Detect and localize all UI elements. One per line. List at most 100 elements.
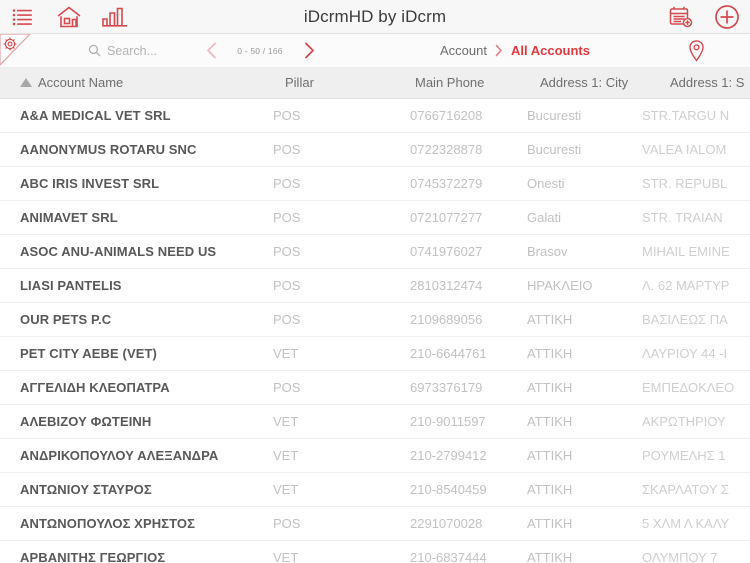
cell-address-street: ΒΑΣΙΛΕΩΣ ΠΑ xyxy=(642,312,728,327)
cell-pillar: VET xyxy=(273,414,299,429)
table-row[interactable]: A&A MEDICAL VET SRL POS 0766716208 Bucurest… xyxy=(0,99,750,133)
cell-address-street: STR.TARGU N xyxy=(642,108,730,123)
table-row[interactable]: PET CITY AEBE (VET) VET 210-6644761 ΑΤΤΙΚΗ Λ… xyxy=(0,337,750,371)
table-header-row: Account Name Pillar Main Phone Address 1… xyxy=(0,68,750,99)
pagination-label: 0 - 50 / 166 xyxy=(237,45,283,56)
cell-pillar: POS xyxy=(273,312,301,327)
column-header-label: Account Name xyxy=(38,75,124,90)
cell-pillar: POS xyxy=(273,176,301,191)
search-box[interactable] xyxy=(88,34,217,67)
cell-address-city: Bucuresti xyxy=(527,108,582,123)
cell-pillar: POS xyxy=(273,210,301,225)
settings-gear-ribbon-icon[interactable] xyxy=(0,34,32,67)
table-row[interactable]: ΑΝΤΩΝΟΠΟΥΛΟΣ ΧΡΗΣΤΟΣ POS 2291070028 ΑΤΤΙΚΗ 5… xyxy=(0,507,750,541)
column-header-address-city[interactable]: Address 1: City xyxy=(540,68,628,98)
cell-account-name: ΑΡΒΑΝΙΤΗΣ ΓΕΩΡΓΙΟΣ xyxy=(20,550,166,563)
cell-main-phone: 0741976027 xyxy=(410,244,483,259)
cell-account-name: ANIMAVET SRL xyxy=(20,210,118,225)
cell-address-street: MIHAIL EMINE xyxy=(642,244,730,259)
search-icon xyxy=(88,44,101,57)
home-icon[interactable] xyxy=(46,0,92,33)
column-header-account-name[interactable]: Account Name xyxy=(20,68,123,98)
table-row[interactable]: ΑΝΔΡΙΚΟΠΟΥΛΟΥ ΑΛΕΞΑΝΔΡΑ VET 210-2799412 ΑΤΤ… xyxy=(0,439,750,473)
topbar-left-group xyxy=(0,0,138,33)
table-row[interactable]: ΑΡΒΑΝΙΤΗΣ ΓΕΩΡΓΙΟΣ VET 210-6837444 ΑΤΤΙΚΗ ΟΛ… xyxy=(0,541,750,563)
chevron-right-icon xyxy=(495,44,503,57)
cell-main-phone: 2810312474 xyxy=(410,278,483,293)
top-navigation-bar: iDcrmHD by iDcrm xyxy=(0,0,750,34)
cell-pillar: VET xyxy=(273,550,299,563)
cell-main-phone: 210-8540459 xyxy=(410,482,487,497)
table-body: A&A MEDICAL VET SRL POS 0766716208 Bucurest… xyxy=(0,99,750,563)
cell-main-phone: 210-6644761 xyxy=(410,346,487,361)
cell-pillar: POS xyxy=(273,142,301,157)
plus-circle-icon[interactable] xyxy=(704,0,750,33)
calendar-add-icon[interactable] xyxy=(658,0,704,33)
cell-address-city: Bucuresti xyxy=(527,142,582,157)
column-header-pillar[interactable]: Pillar xyxy=(285,68,314,98)
cell-address-city: ΑΤΤΙΚΗ xyxy=(527,414,573,429)
breadcrumb-current[interactable]: All Accounts xyxy=(511,43,590,58)
cell-account-name: OUR PETS P.C xyxy=(20,312,112,327)
cell-account-name: ASOC ANU-ANIMALS NEED US xyxy=(20,244,217,259)
cell-address-city: ΑΤΤΙΚΗ xyxy=(527,380,573,395)
cell-pillar: VET xyxy=(273,448,299,463)
cell-account-name: LIASI PANTELIS xyxy=(20,278,122,293)
cell-main-phone: 6973376179 xyxy=(410,380,483,395)
hamburger-menu-icon[interactable] xyxy=(0,0,46,33)
cell-address-street: ΟΛΥΜΠΟΥ 7 xyxy=(642,550,718,563)
breadcrumb-parent[interactable]: Account xyxy=(440,43,487,58)
table-row[interactable]: ANIMAVET SRL POS 0721077277 Galati STR. TRAI… xyxy=(0,201,750,235)
cell-address-city: ΑΤΤΙΚΗ xyxy=(527,550,573,563)
cell-main-phone: 0766716208 xyxy=(410,108,483,123)
cell-address-city: ΗΡΑΚΛΕΙΟ xyxy=(527,278,593,293)
cell-account-name: ΑΛΕΒΙΖΟΥ ΦΩΤΕΙΝΗ xyxy=(20,414,152,429)
cell-address-city: ΑΤΤΙΚΗ xyxy=(527,448,573,463)
cell-main-phone: 2291070028 xyxy=(410,516,483,531)
cell-account-name: PET CITY AEBE (VET) xyxy=(20,346,157,361)
cell-pillar: POS xyxy=(273,380,301,395)
map-pin-icon[interactable] xyxy=(682,34,710,67)
cell-address-city: Brasov xyxy=(527,244,568,259)
column-header-address-street[interactable]: Address 1: S xyxy=(670,68,744,98)
cell-main-phone: 210-6837444 xyxy=(410,550,487,563)
cell-account-name: ΑΝΤΩΝΟΠΟΥΛΟΣ ΧΡΗΣΤΟΣ xyxy=(20,516,196,531)
cell-address-city: Onesti xyxy=(527,176,565,191)
cell-address-street: ΡΟΥΜΕΛΗΣ 1 xyxy=(642,448,726,463)
app-window: iDcrmHD by iDcrm Search... 0 - 50 / 166 … xyxy=(0,0,750,563)
table-row[interactable]: ABC IRIS INVEST SRL POS 0745372279 Onesti ST… xyxy=(0,167,750,201)
cell-main-phone: 0722328878 xyxy=(410,142,483,157)
cell-address-street: 5 ΧΛΜ Λ ΚΑΛΥ xyxy=(642,516,730,531)
cell-main-phone: 210-2799412 xyxy=(410,448,487,463)
cell-address-city: ΑΤΤΙΚΗ xyxy=(527,516,573,531)
cell-address-street: ΑΚΡΩΤΗΡΙΟΥ xyxy=(642,414,726,429)
table-row[interactable]: ΑΝΤΩΝΙΟΥ ΣΤΑΥΡΟΣ VET 210-8540459 ΑΤΤΙΚΗ ΣΚΑΡ… xyxy=(0,473,750,507)
bar-chart-icon[interactable] xyxy=(92,0,138,33)
chevron-left-icon[interactable] xyxy=(200,34,222,67)
cell-pillar: VET xyxy=(273,346,299,361)
cell-address-street: VALEA IALOM xyxy=(642,142,727,157)
cell-address-street: STR. REPUBL xyxy=(642,176,728,191)
accounts-table: Account Name Pillar Main Phone Address 1… xyxy=(0,68,750,563)
table-row[interactable]: ΑΛΕΒΙΖΟΥ ΦΩΤΕΙΝΗ VET 210-9011597 ΑΤΤΙΚΗ ΑΚΡΩ… xyxy=(0,405,750,439)
cell-address-street: ΣΚΑΡΛΑΤΟΥ Σ xyxy=(642,482,729,497)
table-row[interactable]: ΑΓΓΕΛΙΔΗ ΚΛΕΟΠΑΤΡΑ POS 6973376179 ΑΤΤΙΚΗ ΕΜΠ… xyxy=(0,371,750,405)
column-header-main-phone[interactable]: Main Phone xyxy=(415,68,484,98)
table-row[interactable]: OUR PETS P.C POS 2109689056 ΑΤΤΙΚΗ ΒΑΣΙΛΕΩΣ … xyxy=(0,303,750,337)
cell-pillar: POS xyxy=(273,278,301,293)
table-row[interactable]: ASOC ANU-ANIMALS NEED US POS 0741976027 Bra… xyxy=(0,235,750,269)
table-row[interactable]: AANONYMUS ROTARU SNC POS 0722328878 Bucures… xyxy=(0,133,750,167)
pagination-control: 0 - 50 / 166 xyxy=(200,34,320,67)
breadcrumb: Account All Accounts xyxy=(440,34,590,67)
cell-address-street: Λ. 62 ΜΑΡΤΥΡ xyxy=(642,278,730,293)
cell-account-name: ΑΝΤΩΝΙΟΥ ΣΤΑΥΡΟΣ xyxy=(20,482,152,497)
cell-account-name: ABC IRIS INVEST SRL xyxy=(20,176,160,191)
cell-pillar: POS xyxy=(273,516,301,531)
topbar-right-group xyxy=(658,0,750,33)
chevron-right-icon[interactable] xyxy=(298,34,320,67)
cell-address-street: ΕΜΠΕΔΟΚΛΕΟ xyxy=(642,380,735,395)
cell-account-name: ΑΓΓΕΛΙΔΗ ΚΛΕΟΠΑΤΡΑ xyxy=(20,380,170,395)
cell-main-phone: 210-9011597 xyxy=(410,414,486,429)
cell-account-name: AANONYMUS ROTARU SNC xyxy=(20,142,197,157)
table-row[interactable]: LIASI PANTELIS POS 2810312474 ΗΡΑΚΛΕΙΟ Λ. 62… xyxy=(0,269,750,303)
